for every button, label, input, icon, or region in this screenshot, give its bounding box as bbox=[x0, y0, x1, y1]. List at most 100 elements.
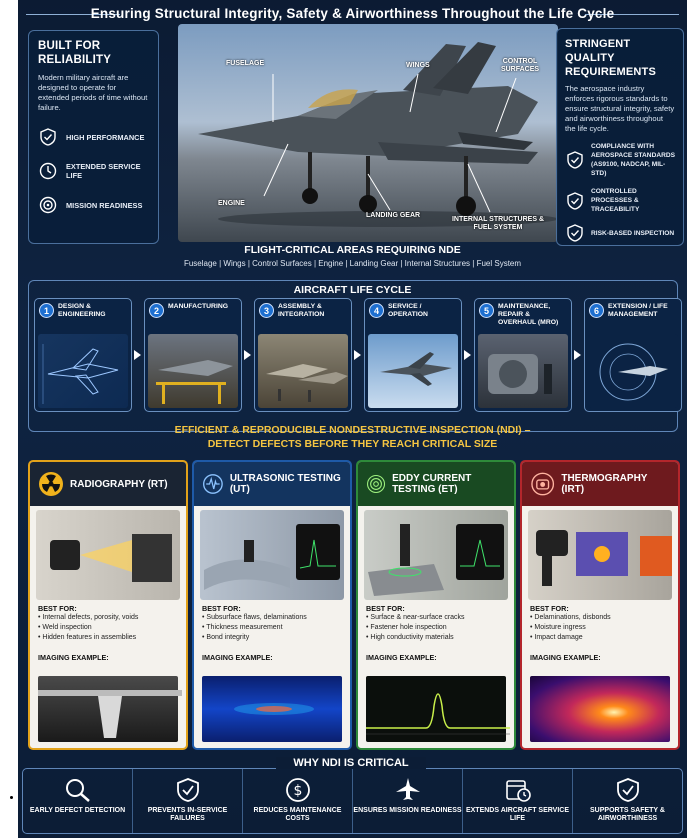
stage-extension: 6 EXTENSION / LIFE MANAGEMENT bbox=[584, 298, 682, 412]
flight-image bbox=[368, 334, 458, 408]
best-item: • Fastener hole inspection bbox=[366, 624, 447, 631]
hangar-image bbox=[258, 334, 348, 408]
best-item: • Subsurface flaws, delaminations bbox=[202, 614, 307, 621]
method-radiography: RADIOGRAPHY (RT) BEST FOR: • Internal de… bbox=[28, 460, 188, 750]
stage-name: MAINTENANCE, REPAIR & OVERHAUL (MRO) bbox=[498, 303, 559, 326]
ndi-line-2: DETECT DEFECTS BEFORE THEY REACH CRITICA… bbox=[207, 438, 498, 450]
feature-label: MISSION READINESS bbox=[66, 200, 143, 210]
stage-name: MANUFACTURING bbox=[168, 303, 229, 310]
ndi-line-1: EFFICIENT & REPRODUCIBLE NONDESTRUCTIVE … bbox=[174, 424, 531, 436]
calendar-clock-icon bbox=[505, 780, 531, 802]
why-label: REDUCES MAINTENANCE COSTS bbox=[253, 807, 342, 822]
page-title: Ensuring Structural Integrity, Safety & … bbox=[90, 6, 615, 21]
stage-number: 6 bbox=[589, 303, 604, 318]
clock-icon bbox=[39, 162, 57, 180]
stray-dot bbox=[10, 796, 13, 799]
critical-areas-list: Fuselage | Wings | Control Surfaces | En… bbox=[183, 259, 522, 268]
shield-check-icon bbox=[567, 224, 583, 242]
eddy-current-equipment-image bbox=[364, 510, 508, 600]
radiograph-example bbox=[38, 676, 182, 742]
shield-check-icon bbox=[40, 128, 56, 146]
why-label: EXTENDS AIRCRAFT SERVICE LIFE bbox=[465, 807, 570, 822]
magnifier-icon bbox=[65, 779, 90, 802]
label-engine: ENGINE bbox=[218, 200, 245, 207]
best-for-label: BEST FOR: bbox=[530, 604, 569, 613]
best-item: • Moisture ingress bbox=[530, 624, 586, 631]
best-item: • Internal defects, porosity, voids bbox=[38, 614, 139, 621]
life-management-image bbox=[588, 334, 678, 408]
stage-mro: 5 MAINTENANCE, REPAIR & OVERHAUL (MRO) bbox=[474, 298, 572, 412]
best-item: • Thickness measurement bbox=[202, 624, 283, 631]
label-landing-gear: LANDING GEAR bbox=[366, 212, 421, 219]
stage-number: 5 bbox=[479, 303, 494, 318]
shield-check-icon bbox=[616, 778, 639, 802]
method-title: ULTRASONIC TESTING (UT) bbox=[229, 473, 341, 495]
shield-check-icon bbox=[176, 778, 199, 802]
method-title: EDDY CURRENT TESTING (ET) bbox=[392, 473, 472, 495]
best-for-label: BEST FOR: bbox=[38, 604, 77, 613]
infographic: Ensuring Structural Integrity, Safety & … bbox=[18, 0, 687, 838]
method-header: RADIOGRAPHY (RT) bbox=[30, 462, 186, 506]
feature-controlled-processes: CONTROLLED PROCESSES & TRACEABILITY bbox=[565, 187, 675, 214]
feature-compliance: COMPLIANCE WITH AEROSPACE STANDARDS (AS9… bbox=[565, 142, 675, 178]
reliability-panel: BUILT FOR RELIABILITY Modern military ai… bbox=[28, 30, 159, 244]
fighter-jet-illustration bbox=[198, 42, 558, 227]
shield-check-icon bbox=[567, 151, 583, 169]
cscan-example bbox=[202, 676, 342, 742]
critical-areas-title: FLIGHT-CRITICAL AREAS REQUIRING NDE bbox=[244, 244, 461, 256]
stage-design: 1 DESIGN & ENGINEERING bbox=[34, 298, 132, 412]
best-item: • Weld inspection bbox=[38, 624, 92, 631]
imaging-example-label: IMAGING EXAMPLE: bbox=[366, 653, 437, 662]
dollar-icon: $ bbox=[285, 778, 310, 802]
imaging-example-label: IMAGING EXAMPLE: bbox=[202, 653, 273, 662]
label-internal-structures: INTERNAL STRUCTURES & FUEL SYSTEM bbox=[451, 216, 545, 231]
feature-label: EXTENDED SERVICE LIFE bbox=[66, 162, 141, 180]
why-safety-airworthiness: SUPPORTS SAFETY & AIRWORTHINESS bbox=[573, 769, 682, 833]
reliability-heading: BUILT FOR RELIABILITY bbox=[38, 40, 112, 66]
method-title: RADIOGRAPHY (RT) bbox=[70, 478, 168, 490]
arrow-right-icon bbox=[464, 350, 471, 360]
feature-risk-based: RISK-BASED INSPECTION bbox=[565, 223, 675, 243]
method-header: ULTRASONIC TESTING (UT) bbox=[194, 462, 350, 506]
arrow-right-icon bbox=[354, 350, 361, 360]
best-item: • High conductivity materials bbox=[366, 634, 454, 641]
arrow-right-icon bbox=[574, 350, 581, 360]
stage-name: SERVICE / OPERATION bbox=[388, 303, 428, 318]
why-extends-life: EXTENDS AIRCRAFT SERVICE LIFE bbox=[463, 769, 573, 833]
feature-high-performance: HIGH PERFORMANCE bbox=[38, 127, 149, 147]
label-fuselage: FUSELAGE bbox=[226, 60, 265, 67]
stage-name: DESIGN & ENGINEERING bbox=[58, 303, 106, 318]
radiation-icon bbox=[39, 472, 63, 496]
arrow-right-icon bbox=[134, 350, 141, 360]
stage-number: 2 bbox=[149, 303, 164, 318]
best-item: • Bond integrity bbox=[202, 634, 250, 641]
why-ndi-panel: EARLY DEFECT DETECTION PREVENTS IN-SERVI… bbox=[22, 768, 683, 834]
method-ultrasonic: ULTRASONIC TESTING (UT) BEST FOR: • Subs… bbox=[192, 460, 352, 750]
method-eddy-current: EDDY CURRENT TESTING (ET) BEST FOR: • Su… bbox=[356, 460, 516, 750]
label-wings: WINGS bbox=[406, 62, 430, 69]
target-icon bbox=[39, 196, 57, 214]
svg-text:$: $ bbox=[293, 783, 302, 799]
why-early-detection: EARLY DEFECT DETECTION bbox=[23, 769, 133, 833]
method-thermography: THERMOGRAPHY (IRT) BEST FOR: • Delaminat… bbox=[520, 460, 680, 750]
maintenance-image bbox=[478, 334, 568, 408]
lifecycle-title: AIRCRAFT LIFE CYCLE bbox=[293, 284, 412, 296]
stage-number: 3 bbox=[259, 303, 274, 318]
stage-assembly: 3 ASSEMBLY & INTEGRATION bbox=[254, 298, 352, 412]
stage-name: ASSEMBLY & INTEGRATION bbox=[278, 303, 325, 318]
why-label: SUPPORTS SAFETY & AIRWORTHINESS bbox=[590, 807, 665, 822]
thermal-camera-icon bbox=[531, 472, 555, 496]
stage-manufacturing: 2 MANUFACTURING bbox=[144, 298, 242, 412]
why-label: ENSURES MISSION READINESS bbox=[353, 807, 462, 814]
blueprint-image bbox=[38, 334, 128, 408]
quality-heading: STRINGENT QUALITY REQUIREMENTS bbox=[565, 38, 657, 78]
method-header: EDDY CURRENT TESTING (ET) bbox=[358, 462, 514, 506]
stage-name: EXTENSION / LIFE MANAGEMENT bbox=[608, 303, 668, 318]
quality-text: The aerospace industry enforces rigorous… bbox=[565, 84, 675, 133]
best-item: • Delaminations, disbonds bbox=[530, 614, 611, 621]
jet-icon bbox=[395, 778, 420, 800]
shield-check-icon bbox=[567, 191, 583, 210]
waveform-icon bbox=[203, 474, 223, 494]
ultrasonic-equipment-image bbox=[200, 510, 344, 600]
xray-equipment-image bbox=[36, 510, 180, 600]
